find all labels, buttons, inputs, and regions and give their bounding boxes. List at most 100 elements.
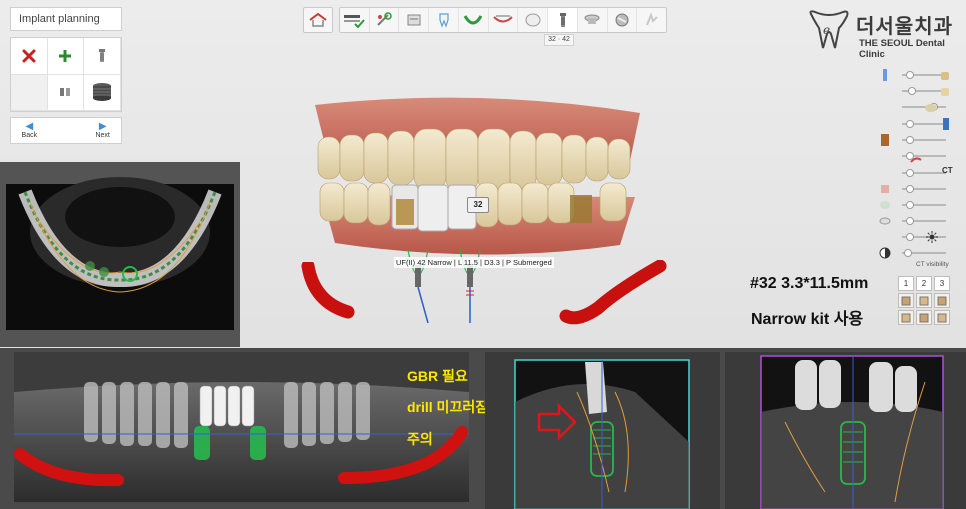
view-layout-buttons: 1 2 3 (898, 276, 950, 291)
clinic-logo-icon: e (809, 10, 849, 49)
cross-section-view-2[interactable] (725, 352, 966, 509)
view-bottom-button[interactable] (934, 310, 950, 325)
step-model[interactable] (399, 8, 430, 32)
nerve-canal-left (301, 262, 355, 319)
slider-knob[interactable] (906, 120, 914, 128)
slider-knob[interactable] (906, 136, 914, 144)
mandible-icon (493, 15, 513, 23)
step-mandible[interactable] (489, 8, 519, 32)
slider-knob[interactable] (906, 169, 914, 177)
cube-icon (901, 313, 911, 322)
step-arch[interactable] (459, 8, 489, 32)
clinic-name-korean: 더서울치과 (856, 16, 953, 38)
scan-check-icon (344, 15, 366, 28)
delete-tool-button[interactable] (11, 38, 48, 75)
slider-4[interactable] (878, 117, 950, 131)
abutment-36 (570, 195, 592, 223)
slider-knob[interactable] (904, 249, 912, 257)
model-small-icon (924, 100, 938, 118)
slider-ct[interactable]: CT (878, 166, 953, 180)
back-label: Back (21, 132, 38, 139)
slider-12[interactable] (878, 246, 950, 260)
slider-11[interactable] (878, 230, 950, 244)
slider-knob[interactable] (906, 233, 914, 241)
cross-section-view-1[interactable] (485, 352, 720, 509)
slider-knob[interactable] (908, 87, 916, 95)
cross-section-image-2 (725, 352, 966, 509)
slider-5[interactable] (878, 133, 950, 147)
tooth-number-badge[interactable]: 32 (467, 197, 489, 213)
nerve-canal-right (559, 260, 667, 325)
step-tools[interactable] (370, 8, 400, 32)
step-export[interactable] (637, 8, 666, 32)
implant-pair-button[interactable] (47, 74, 85, 111)
slider-3[interactable] (878, 100, 950, 114)
step-scan-check[interactable] (340, 8, 370, 32)
slider-knob[interactable] (906, 185, 914, 193)
cube-icon (901, 296, 911, 305)
export-icon (645, 12, 658, 26)
view-right-button[interactable] (916, 310, 932, 325)
view-1-button[interactable]: 1 (898, 276, 914, 291)
implant-32-pano (250, 426, 266, 460)
add-implant-button[interactable] (47, 38, 85, 75)
cube-icon (919, 313, 929, 322)
caution-note: 주의 (407, 431, 433, 447)
cube-icon (919, 296, 929, 305)
abutment-tool-button[interactable] (84, 74, 121, 111)
view-3-button[interactable]: 3 (934, 276, 950, 291)
slider-1[interactable] (878, 68, 950, 82)
nav-row: ◀ Back ▶ Next (10, 117, 122, 144)
view-2-button[interactable]: 2 (916, 276, 932, 291)
view-top-button[interactable] (934, 293, 950, 308)
panoramic-view[interactable] (14, 352, 469, 502)
view-orientation-buttons (898, 293, 950, 325)
step-guide[interactable] (608, 8, 638, 32)
view-back-button[interactable] (916, 293, 932, 308)
delete-icon (22, 49, 36, 63)
panel-title: Implant planning (10, 7, 122, 31)
slider-9[interactable] (878, 198, 950, 212)
gbr-note: GBR 필요 (407, 368, 468, 384)
slider-6[interactable] (878, 149, 950, 163)
slider-2[interactable] (878, 84, 950, 98)
slider-10[interactable] (878, 214, 950, 228)
abutment-small-icon (878, 133, 892, 147)
implant-42-pano (194, 426, 210, 460)
teeth-small-icon (878, 198, 892, 212)
home-button[interactable] (303, 7, 333, 33)
implant-icon (559, 13, 566, 27)
view-front-button[interactable] (898, 293, 914, 308)
kit-note: Narrow kit 사용 (751, 311, 864, 328)
next-label: Next (95, 132, 110, 139)
empty-tool-slot (11, 74, 48, 111)
back-button[interactable]: ◀ Back (11, 118, 48, 143)
step-sleeve[interactable] (578, 8, 608, 32)
sleeve-icon (584, 14, 600, 24)
slider-knob[interactable] (906, 201, 914, 209)
implant-tool-button[interactable] (84, 38, 121, 75)
step-crown[interactable] (518, 8, 549, 32)
step-implant[interactable] (548, 8, 578, 32)
tooth-icon (438, 13, 449, 28)
slider-knob[interactable] (906, 217, 914, 225)
slider-knob[interactable] (906, 71, 914, 79)
step-tooth[interactable] (429, 8, 459, 32)
implant-info-label: UF(II) 42 Narrow | L 11.5 | D3.3 | P Sub… (394, 257, 554, 268)
slider-8[interactable] (878, 182, 950, 196)
axial-ct-view[interactable] (0, 162, 240, 347)
implant-spec-note: #32 3.3*11.5mm (750, 275, 869, 292)
implant-icon (99, 48, 106, 62)
cross-section-image-1 (485, 352, 720, 509)
home-icon (309, 12, 327, 27)
guide-icon (615, 13, 629, 27)
implant-crown-41[interactable] (417, 184, 449, 232)
abutment-42 (396, 199, 414, 225)
crown-icon (525, 13, 541, 27)
xray-small-icon (878, 182, 892, 196)
ct-visibility-label[interactable]: CT visibility (916, 261, 949, 268)
view-left-button[interactable] (898, 310, 914, 325)
panoramic-image (14, 352, 469, 502)
implant-pair-icon (60, 88, 71, 97)
next-button[interactable]: ▶ Next (84, 118, 121, 143)
